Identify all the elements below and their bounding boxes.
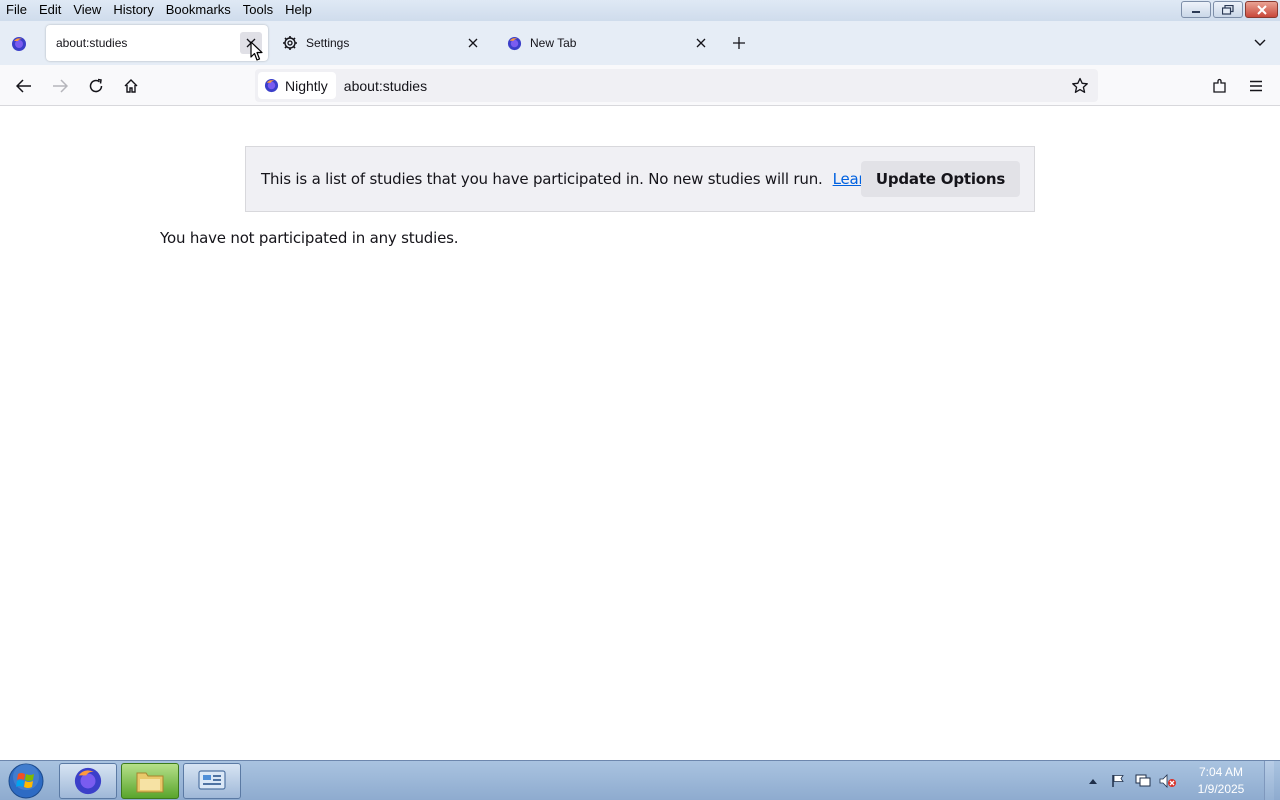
show-desktop-button[interactable] bbox=[1264, 761, 1274, 800]
home-button[interactable] bbox=[118, 73, 144, 99]
taskbar-clock[interactable]: 7:04 AM 1/9/2025 bbox=[1186, 764, 1256, 798]
menu-view[interactable]: View bbox=[67, 0, 107, 21]
gear-icon bbox=[282, 35, 298, 51]
action-center-icon[interactable] bbox=[1107, 770, 1129, 792]
tab-label: about:studies bbox=[56, 36, 128, 50]
mouse-cursor-icon bbox=[250, 41, 263, 61]
page-content: This is a list of studies that you have … bbox=[0, 106, 1280, 760]
star-icon bbox=[1072, 77, 1088, 93]
minimize-icon bbox=[1192, 10, 1200, 13]
tab-close-button[interactable] bbox=[690, 32, 712, 54]
menu-bookmarks[interactable]: Bookmarks bbox=[160, 0, 237, 21]
list-all-tabs-button[interactable] bbox=[1249, 32, 1271, 54]
menu-tools[interactable]: Tools bbox=[237, 0, 279, 21]
chevron-up-icon bbox=[1089, 779, 1097, 784]
window-controls bbox=[1181, 1, 1278, 18]
firefox-view-button[interactable] bbox=[8, 33, 30, 55]
tab-about-studies[interactable]: about:studies bbox=[46, 25, 268, 61]
menu-edit[interactable]: Edit bbox=[33, 0, 67, 21]
bookmark-star-button[interactable] bbox=[1067, 73, 1093, 99]
restore-icon bbox=[1222, 4, 1234, 15]
hamburger-menu-icon bbox=[1250, 80, 1262, 92]
menu-history[interactable]: History bbox=[107, 0, 159, 21]
tab-strip: about:studies Settings New Tab bbox=[0, 21, 1280, 65]
studies-info-box: This is a list of studies that you have … bbox=[245, 146, 1035, 212]
home-icon bbox=[124, 79, 138, 93]
tab-label: Settings bbox=[306, 36, 350, 50]
menu-bar: File Edit View History Bookmarks Tools H… bbox=[0, 0, 1280, 21]
puzzle-icon bbox=[1213, 78, 1226, 93]
clock-time: 7:04 AM bbox=[1198, 765, 1244, 779]
firefox-icon bbox=[506, 35, 522, 51]
new-tab-button[interactable] bbox=[728, 32, 750, 54]
chevron-down-icon bbox=[1254, 39, 1266, 46]
menu-help[interactable]: Help bbox=[279, 0, 318, 21]
flag-icon bbox=[1112, 775, 1124, 787]
firefox-icon bbox=[74, 767, 102, 795]
folder-icon bbox=[136, 772, 164, 793]
tab-close-button[interactable] bbox=[462, 32, 484, 54]
tab-new-tab[interactable]: New Tab bbox=[496, 25, 718, 61]
network-icon[interactable] bbox=[1132, 770, 1154, 792]
control-panel-icon bbox=[198, 770, 226, 790]
app-menu-button[interactable] bbox=[1243, 73, 1269, 99]
info-text: This is a list of studies that you have … bbox=[261, 170, 823, 188]
identity-box[interactable]: Nightly bbox=[258, 72, 336, 99]
extensions-button[interactable] bbox=[1207, 73, 1233, 99]
show-hidden-icons-button[interactable] bbox=[1082, 770, 1104, 792]
restore-button[interactable] bbox=[1213, 1, 1243, 18]
forward-arrow-icon bbox=[53, 79, 68, 93]
taskbar-control-panel[interactable] bbox=[183, 763, 241, 799]
close-icon bbox=[468, 38, 478, 48]
windows-logo-icon bbox=[8, 763, 44, 799]
close-window-button[interactable] bbox=[1245, 1, 1278, 18]
taskbar: 7:04 AM 1/9/2025 bbox=[0, 760, 1280, 800]
start-button[interactable] bbox=[6, 763, 46, 799]
clock-date: 1/9/2025 bbox=[1197, 782, 1245, 796]
speaker-muted-icon bbox=[1159, 774, 1176, 788]
firefox-icon bbox=[12, 37, 26, 51]
close-icon bbox=[696, 38, 706, 48]
nav-bar: Nightly about:studies bbox=[0, 65, 1280, 106]
reload-button[interactable] bbox=[83, 73, 109, 99]
reload-icon bbox=[89, 78, 103, 93]
empty-studies-message: You have not participated in any studies… bbox=[160, 229, 459, 247]
back-button[interactable] bbox=[11, 73, 37, 99]
update-options-button[interactable]: Update Options bbox=[861, 161, 1020, 197]
forward-button[interactable] bbox=[47, 73, 73, 99]
volume-icon[interactable] bbox=[1157, 770, 1179, 792]
taskbar-firefox-nightly[interactable] bbox=[59, 763, 117, 799]
tab-settings[interactable]: Settings bbox=[272, 25, 490, 61]
taskbar-file-explorer[interactable] bbox=[121, 763, 179, 799]
system-tray: 7:04 AM 1/9/2025 bbox=[1082, 761, 1274, 800]
identity-label: Nightly bbox=[285, 77, 328, 94]
url-text[interactable]: about:studies bbox=[344, 78, 1067, 94]
menu-file[interactable]: File bbox=[0, 0, 33, 21]
monitor-network-icon bbox=[1135, 774, 1151, 787]
close-icon bbox=[1256, 4, 1267, 15]
back-arrow-icon bbox=[16, 79, 31, 93]
url-bar[interactable]: Nightly about:studies bbox=[255, 69, 1098, 102]
nightly-logo-icon bbox=[264, 78, 279, 93]
plus-icon bbox=[733, 37, 745, 49]
tab-label: New Tab bbox=[530, 36, 577, 50]
minimize-button[interactable] bbox=[1181, 1, 1211, 18]
